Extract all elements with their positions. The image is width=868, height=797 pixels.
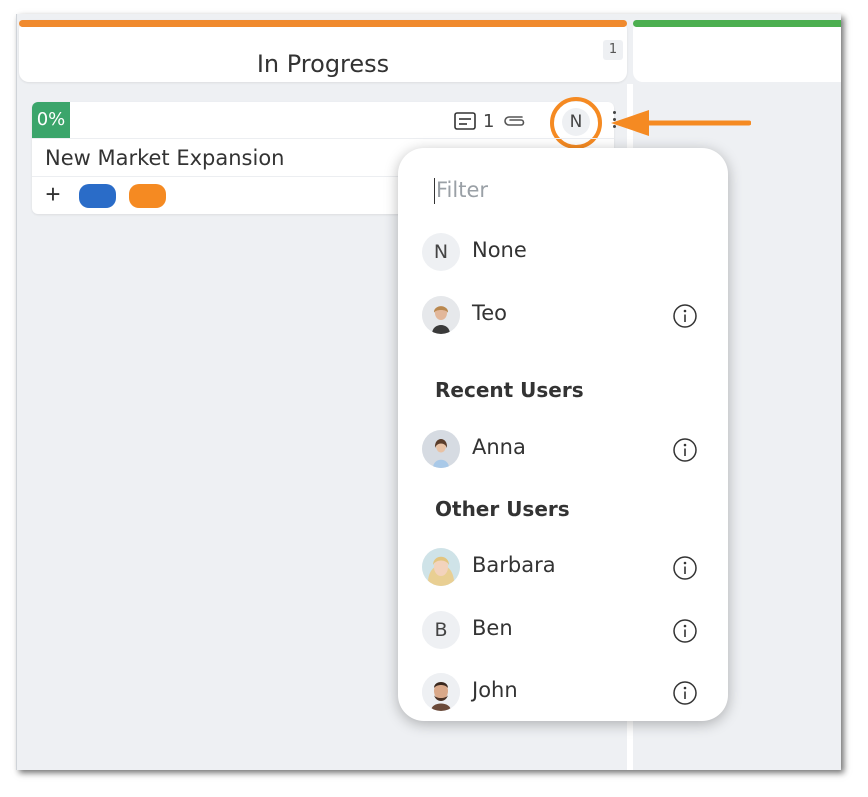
- kanban-board: In Progress 1 0% 1 N New Market Expansio…: [16, 14, 841, 770]
- assignee-name: Ben: [472, 616, 513, 640]
- add-tag-button[interactable]: +: [42, 181, 64, 207]
- column-header-next[interactable]: [633, 20, 841, 82]
- column-card-count: 1: [603, 40, 623, 60]
- assignee-option-teo[interactable]: Teo: [422, 295, 704, 335]
- info-icon[interactable]: [672, 303, 698, 329]
- assignee-option-anna[interactable]: Anna: [422, 429, 704, 469]
- avatar: N: [422, 233, 460, 271]
- info-icon[interactable]: [672, 437, 698, 463]
- filter-placeholder: Filter: [436, 178, 489, 202]
- assignee-option-barbara[interactable]: Barbara: [422, 547, 704, 587]
- filter-input[interactable]: Filter: [434, 178, 488, 204]
- avatar: [422, 548, 460, 586]
- column-header[interactable]: In Progress 1: [19, 20, 627, 82]
- tag-orange[interactable]: [129, 184, 166, 208]
- avatar: [422, 296, 460, 334]
- assignee-name: Teo: [472, 301, 508, 325]
- card-meta: 1: [454, 110, 528, 132]
- assignee-option-ben[interactable]: B Ben: [422, 610, 704, 650]
- info-icon[interactable]: [672, 618, 698, 644]
- avatar: [422, 430, 460, 468]
- avatar: B: [422, 611, 460, 649]
- avatar: [422, 673, 460, 711]
- assignee-option-none[interactable]: N None: [422, 232, 704, 272]
- assignee-option-john[interactable]: John: [422, 672, 704, 712]
- column-accent-bar: [19, 20, 627, 27]
- info-icon[interactable]: [672, 680, 698, 706]
- column-title: In Progress: [256, 50, 390, 78]
- assignee-name: Barbara: [472, 553, 556, 577]
- column-accent-bar: [633, 20, 841, 27]
- tag-blue[interactable]: [79, 184, 116, 208]
- assignee-name: Anna: [472, 435, 526, 459]
- annotation-arrow-icon: [611, 110, 751, 136]
- description-count: 1: [483, 110, 495, 132]
- section-heading-other: Other Users: [435, 497, 570, 521]
- description-icon[interactable]: [454, 112, 476, 130]
- card-title[interactable]: New Market Expansion: [45, 146, 284, 170]
- paperclip-icon[interactable]: [502, 113, 528, 129]
- highlight-circle: [550, 97, 602, 149]
- assignee-name: None: [472, 238, 527, 262]
- assignee-dropdown: Filter N None Teo Recent Users Anna Othe…: [398, 148, 728, 721]
- section-heading-recent: Recent Users: [435, 378, 584, 402]
- divider: [32, 138, 614, 139]
- progress-badge: 0%: [32, 102, 70, 138]
- info-icon[interactable]: [672, 555, 698, 581]
- assignee-name: John: [472, 678, 518, 702]
